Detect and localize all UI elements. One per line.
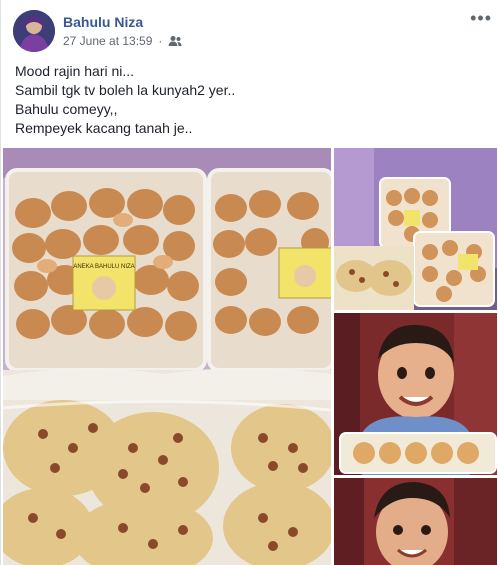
friends-icon[interactable] [168,35,182,47]
dot-separator: · [158,34,163,48]
post-timestamp[interactable]: 27 June at 13:59 [63,34,152,48]
post-text-line: Rempeyek kacang tanah je.. [15,120,193,136]
post-text-line: Sambil tgk tv boleh la kunyah2 yer.. [15,82,236,98]
post-meta: 27 June at 13:59 · [63,34,182,48]
post-text: Mood rajin hari ni... Sambil tgk tv bole… [15,62,485,138]
photo-top-right[interactable] [334,148,497,310]
photo-bottom-right[interactable] [334,478,497,565]
photo-grid: ANEKA BAHULU NIZA [3,148,497,565]
photo-middle-right[interactable] [334,313,497,475]
photo-main[interactable]: ANEKA BAHULU NIZA [3,148,331,565]
post-text-line: Mood rajin hari ni... [15,63,135,79]
author-name[interactable]: Bahulu Niza [63,14,143,30]
more-options-icon[interactable]: ••• [470,8,492,29]
container-label-text: ANEKA BAHULU NIZA [73,264,134,270]
author-avatar[interactable] [13,10,55,52]
facebook-post: Bahulu Niza 27 June at 13:59 · ••• Mood … [0,0,498,565]
post-text-line: Bahulu comeyy,, [15,101,118,117]
